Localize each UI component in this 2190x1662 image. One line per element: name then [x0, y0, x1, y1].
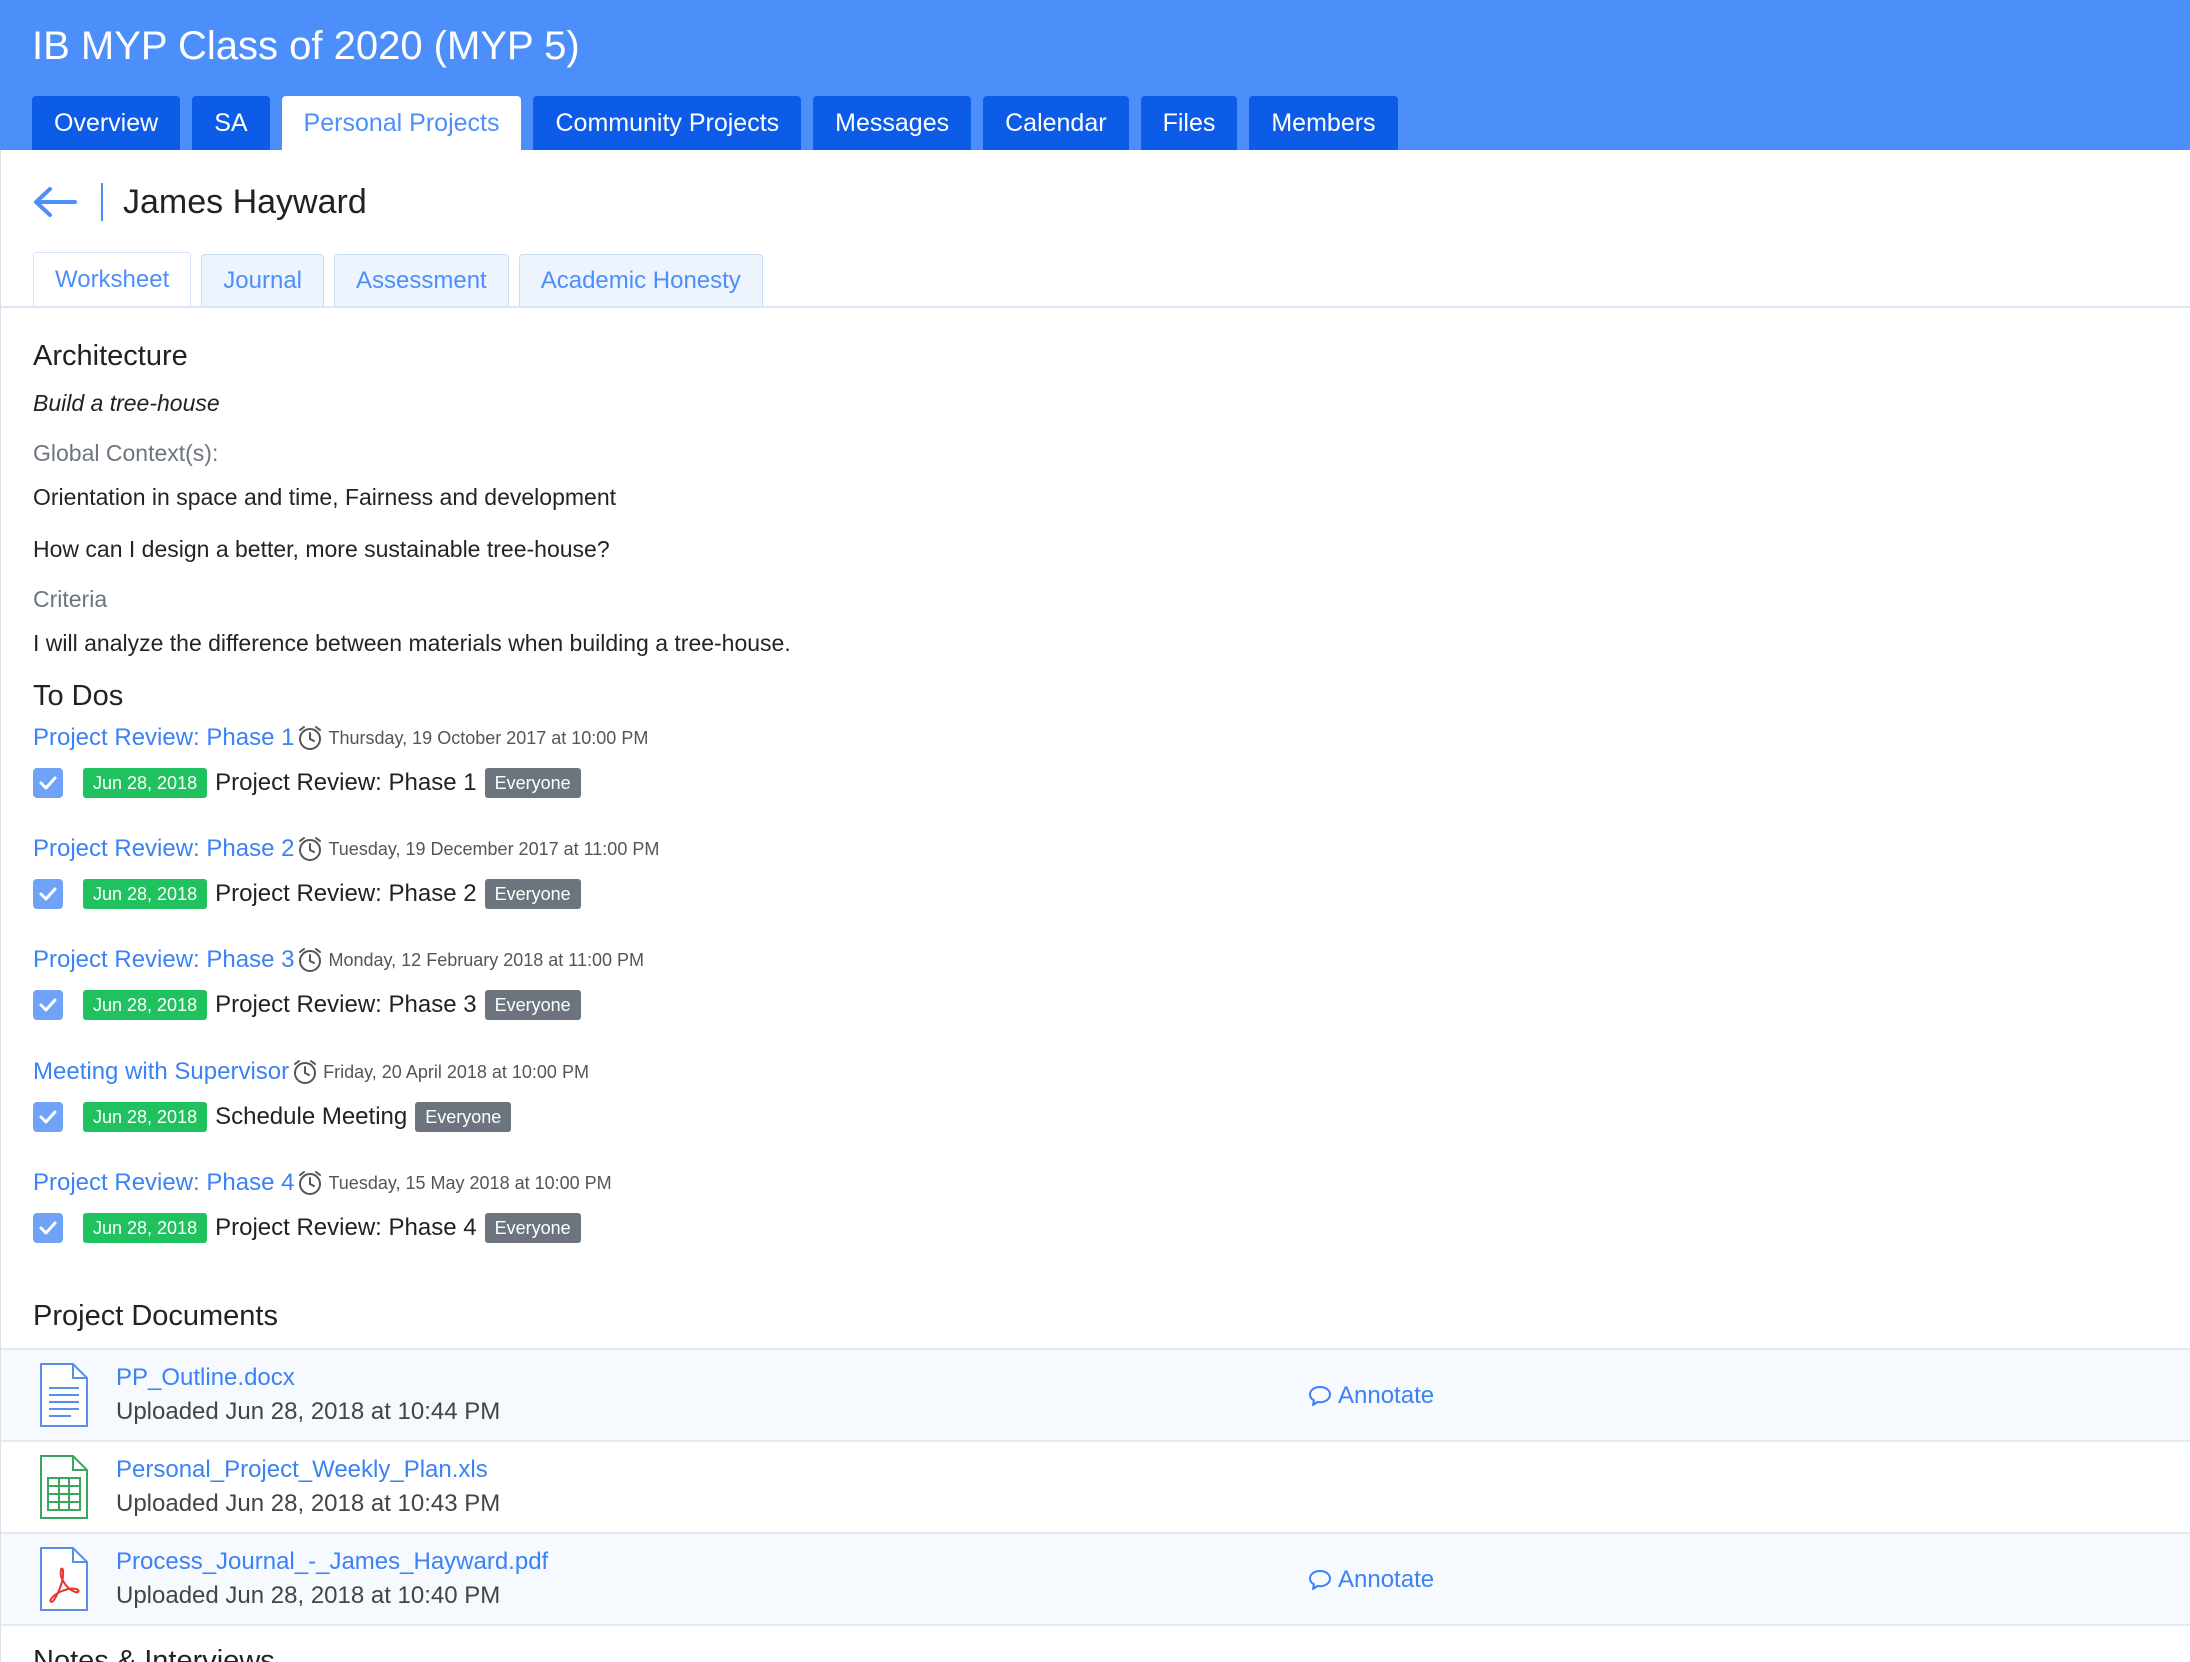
- todo-item: Project Review: Phase 2 Tuesday, 19 Dece…: [33, 835, 1233, 935]
- completed-date-badge: Jun 28, 2018: [83, 879, 208, 909]
- alarm-clock-icon: [299, 726, 322, 750]
- todo-due-date: Tuesday, 15 May 2018 at 10:00 PM: [328, 1172, 612, 1193]
- project-page: James Hayward Worksheet Journal Assessme…: [0, 150, 2190, 1662]
- todo-item: Project Review: Phase 3 Monday, 12 Febru…: [33, 946, 1233, 1046]
- global-context-value: Orientation in space and time, Fairness …: [33, 484, 616, 510]
- todo-checkbox[interactable]: [33, 990, 63, 1020]
- audience-badge: Everyone: [484, 879, 581, 909]
- todo-checkbox[interactable]: [33, 1213, 63, 1243]
- audience-badge: Everyone: [484, 990, 581, 1020]
- annotate-button[interactable]: Annotate: [1308, 1382, 1434, 1410]
- check-icon: [39, 776, 57, 790]
- todo-checkbox[interactable]: [33, 1102, 63, 1132]
- todo-name: Project Review: Phase 3: [215, 991, 477, 1018]
- tab-members[interactable]: Members: [1249, 96, 1398, 150]
- check-icon: [39, 1221, 57, 1235]
- todo-title-link[interactable]: Project Review: Phase 3: [33, 946, 294, 974]
- alarm-clock-icon: [299, 837, 322, 861]
- tab-personal-projects[interactable]: Personal Projects: [281, 96, 522, 150]
- tab-files[interactable]: Files: [1140, 96, 1238, 150]
- completed-date-badge: Jun 28, 2018: [83, 1102, 208, 1132]
- document-row: Personal_Project_Weekly_Plan.xls Uploade…: [1, 1440, 2190, 1532]
- document-upload-info: Uploaded Jun 28, 2018 at 10:40 PM: [116, 1582, 501, 1609]
- alarm-clock-icon: [299, 1171, 322, 1195]
- tab-journal[interactable]: Journal: [201, 254, 324, 307]
- student-name: James Hayward: [123, 182, 367, 221]
- tab-overview[interactable]: Overview: [32, 96, 181, 150]
- pdf-icon: [40, 1547, 88, 1611]
- annotate-label: Annotate: [1338, 1382, 1435, 1409]
- class-header: IB MYP Class of 2020 (MYP 5) Overview SA…: [0, 0, 2190, 150]
- project-area: Architecture: [33, 340, 188, 372]
- speech-bubble-icon: [1309, 1570, 1331, 1590]
- todo-name: Project Review: Phase 1: [215, 769, 477, 796]
- todo-due-date: Tuesday, 19 December 2017 at 11:00 PM: [328, 838, 660, 859]
- audience-badge: Everyone: [415, 1102, 512, 1132]
- todo-title-link[interactable]: Project Review: Phase 4: [33, 1169, 294, 1197]
- todo-title-link[interactable]: Meeting with Supervisor: [33, 1058, 289, 1086]
- annotate-label: Annotate: [1338, 1566, 1435, 1593]
- project-goal: Build a tree-house: [33, 390, 220, 416]
- todo-name: Project Review: Phase 2: [215, 880, 477, 907]
- arrow-left-icon: [34, 187, 77, 217]
- speech-bubble-icon: [1309, 1386, 1331, 1406]
- project-question: How can I design a better, more sustaina…: [33, 536, 610, 562]
- document-upload-info: Uploaded Jun 28, 2018 at 10:43 PM: [116, 1490, 501, 1517]
- document-link[interactable]: PP_Outline.docx: [116, 1364, 295, 1392]
- todo-due-date: Thursday, 19 October 2017 at 10:00 PM: [328, 727, 649, 748]
- audience-badge: Everyone: [484, 768, 581, 798]
- todo-checkbox[interactable]: [33, 768, 63, 798]
- check-icon: [39, 1110, 57, 1124]
- class-title: IB MYP Class of 2020 (MYP 5): [32, 24, 580, 68]
- check-icon: [39, 887, 57, 901]
- document-row: Process_Journal_-_James_Hayward.pdf Uplo…: [1, 1532, 2190, 1626]
- todo-name: Project Review: Phase 4: [215, 1214, 477, 1241]
- annotate-button[interactable]: Annotate: [1308, 1566, 1434, 1594]
- todo-title-link[interactable]: Project Review: Phase 1: [33, 724, 294, 752]
- document-link[interactable]: Process_Journal_-_James_Hayward.pdf: [116, 1548, 548, 1576]
- tabs-divider: [1, 306, 2190, 308]
- criteria-label: Criteria: [33, 586, 108, 612]
- spreadsheet-icon: [40, 1455, 88, 1519]
- tab-messages[interactable]: Messages: [813, 96, 972, 150]
- completed-date-badge: Jun 28, 2018: [83, 768, 208, 798]
- completed-date-badge: Jun 28, 2018: [83, 990, 208, 1020]
- tab-community-projects[interactable]: Community Projects: [533, 96, 802, 150]
- main-tabs: Overview SA Personal Projects Community …: [32, 96, 1398, 150]
- alarm-clock-icon: [299, 948, 322, 972]
- todo-item: Project Review: Phase 1 Thursday, 19 Oct…: [33, 724, 1233, 824]
- documents-heading: Project Documents: [33, 1300, 278, 1332]
- todo-item: Meeting with Supervisor Friday, 20 April…: [33, 1058, 1233, 1158]
- todo-name: Schedule Meeting: [215, 1103, 408, 1130]
- sub-tabs: Worksheet Journal Assessment Academic Ho…: [33, 252, 763, 307]
- todo-title-link[interactable]: Project Review: Phase 2: [33, 835, 294, 863]
- criteria-value: I will analyze the difference between ma…: [33, 630, 791, 656]
- word-document-icon: [40, 1363, 88, 1427]
- document-link[interactable]: Personal_Project_Weekly_Plan.xls: [116, 1456, 488, 1484]
- back-button[interactable]: [33, 180, 77, 224]
- document-upload-info: Uploaded Jun 28, 2018 at 10:44 PM: [116, 1398, 501, 1425]
- todos-heading: To Dos: [33, 680, 124, 712]
- global-context-label: Global Context(s):: [33, 440, 219, 466]
- divider: [101, 183, 103, 221]
- tab-assessment[interactable]: Assessment: [334, 254, 509, 307]
- notes-heading: Notes & Interviews: [33, 1645, 275, 1662]
- todo-due-date: Monday, 12 February 2018 at 11:00 PM: [328, 949, 644, 970]
- audience-badge: Everyone: [484, 1213, 581, 1243]
- student-header: James Hayward: [33, 180, 367, 224]
- todo-checkbox[interactable]: [33, 879, 63, 909]
- tab-academic-honesty[interactable]: Academic Honesty: [518, 254, 763, 307]
- tab-calendar[interactable]: Calendar: [983, 96, 1129, 150]
- tab-worksheet[interactable]: Worksheet: [33, 252, 192, 307]
- tab-sa[interactable]: SA: [192, 96, 270, 150]
- alarm-clock-icon: [294, 1060, 317, 1084]
- todo-due-date: Friday, 20 April 2018 at 10:00 PM: [323, 1061, 589, 1082]
- todo-item: Project Review: Phase 4 Tuesday, 15 May …: [33, 1169, 1233, 1269]
- check-icon: [39, 998, 57, 1012]
- completed-date-badge: Jun 28, 2018: [83, 1213, 208, 1243]
- document-row: PP_Outline.docx Uploaded Jun 28, 2018 at…: [1, 1348, 2190, 1440]
